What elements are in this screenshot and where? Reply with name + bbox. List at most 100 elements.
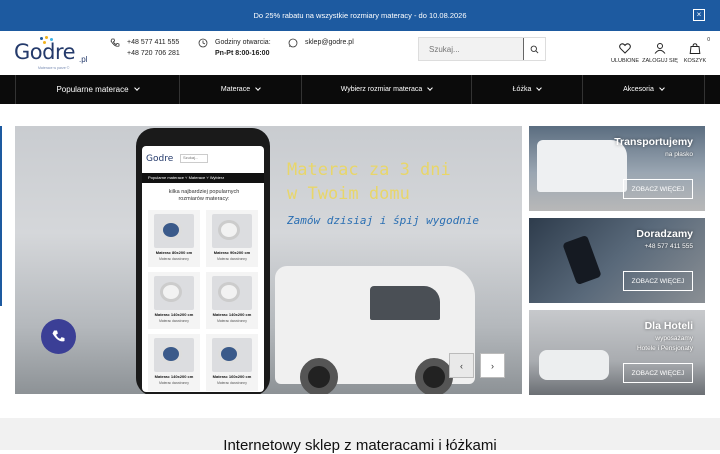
logo[interactable]: Godre .pl Materace w parze © [14,36,94,72]
cart-label: KOSZYK [683,58,707,64]
card-title: Dla Hoteli [644,320,693,332]
heart-icon [619,43,631,54]
tile-title: Materac 140x200 cm [154,374,194,379]
promo-text: Do 25% rabatu na wszystkie rozmiary mate… [253,11,467,20]
see-more-button[interactable]: ZOBACZ WIĘCEJ [623,363,693,383]
opening-hours: Godziny otwarcia: Pn-Pt 8:00-16:00 [198,38,271,59]
chevron-down-icon [255,84,261,91]
slider-next-button[interactable]: › [480,353,505,378]
tile-subtitle: Materac dwustronny [159,381,189,385]
card-advice[interactable]: Doradzamy +48 577 411 555 ZOBACZ WIĘCEJ [529,218,705,303]
section-title: Internetowy sklep z materacami i łóżkami [223,437,497,454]
email-address[interactable]: sklep@godre.pl [305,38,354,49]
tile-subtitle: Materac dwustronny [217,257,247,261]
nav-label: Materace [220,86,251,93]
screen-heading: kilka najbardziej popularnych rozmiarów … [168,189,240,202]
card-title: Transportujemy [614,136,693,148]
see-more-button[interactable]: ZOBACZ WIĘCEJ [623,271,693,291]
phone-number-2[interactable]: +48 720 706 281 [127,49,180,60]
screen-logo: Godre [146,154,174,164]
nav-label: Wybierz rozmiar materaca [340,86,423,93]
tile-title: Materac 140x200 cm [212,312,252,317]
whatsapp-icon [288,38,298,48]
phone-number-1[interactable]: +48 577 411 555 [127,38,180,49]
card-subtitle-line: Hotele i Pensjonaty [636,345,693,352]
screen-search: Szukaj... [180,154,208,163]
close-icon[interactable]: × [693,9,705,21]
nav-label: Akcesoria [623,86,654,93]
card-subtitle: wyposażamy Hotele i Pensjonaty [637,334,693,354]
hours-label: Godziny otwarcia: [215,39,271,46]
wishlist-button[interactable]: ULUBIONE [610,43,640,64]
card-subtitle-line: wyposażamy [655,335,693,342]
side-tab[interactable] [0,126,2,306]
card-transport[interactable]: Transportujemy na płasko ZOBACZ WIĘCEJ [529,126,705,211]
pillow-shape [539,350,609,380]
nav-label: Łóżka [512,86,532,93]
product-tile: Materac 80x200 cm Materac dwustronny [148,210,200,267]
phone-mockup: Godre Szukaj... Popularne materace ˅ Mat… [136,128,270,394]
product-tile: Materac 140x200 cm Materac dwustronny [148,272,200,329]
promo-bar: Do 25% rabatu na wszystkie rozmiary mate… [0,0,720,31]
logo-tagline: Materace w parze © [38,66,70,70]
nav-beds[interactable]: Łóżka [472,75,583,104]
tile-subtitle: Materac dwustronny [159,257,189,261]
van-wheel [300,358,338,394]
hero-subline: Zamów dzisiaj i śpij wygodnie [287,214,480,227]
chevron-down-icon [659,84,665,91]
tile-subtitle: Materac dwustronny [159,319,189,323]
hero-slider[interactable]: Materac za 3 dni w Twoim domu Zamów dzis… [15,126,522,394]
phone-contact: +48 577 411 555 +48 720 706 281 [110,38,180,59]
phone-icon [52,330,65,342]
nav-popular-mattresses[interactable]: Popularne materace [15,75,180,104]
tile-title: Materac 140x200 cm [154,312,194,317]
search-button[interactable] [523,38,545,60]
hero-headline-1: Materac za 3 dni [287,160,451,180]
search-icon [530,45,539,53]
product-tile: Materac 140x200 cm Materac dwustronny [206,272,258,329]
card-hotels[interactable]: Dla Hoteli wyposażamy Hotele i Pensjonat… [529,310,705,395]
chevron-down-icon [427,84,434,91]
main-nav: Popularne materace Materace Wybierz rozm… [0,75,720,104]
nav-label: Popularne materace [56,85,129,94]
hours-value: Pn-Pt 8:00-16:00 [215,49,270,57]
van-wheel [415,358,453,394]
call-button[interactable] [41,319,76,354]
bag-icon [689,43,701,54]
tile-title: Materac 160x200 cm [212,374,252,379]
site-header: Godre .pl Materace w parze © +48 577 411… [0,31,720,75]
van-window [370,286,440,320]
card-title: Doradzamy [636,228,693,240]
chevron-down-icon [536,84,543,91]
see-more-button[interactable]: ZOBACZ WIĘCEJ [623,179,693,199]
wishlist-label: ULUBIONE [610,58,640,64]
nav-choose-size[interactable]: Wybierz rozmiar materaca [302,75,472,104]
logo-tld: .pl [79,55,88,64]
login-label: ZALOGUJ SIĘ [642,58,678,64]
tile-title: Materac 90x200 cm [213,250,251,255]
tile-title: Materac 80x200 cm [155,250,193,255]
nav-mattresses[interactable]: Materace [180,75,302,104]
screen-nav: Popularne materace ˅ Materace ˅ Wybierz [142,173,264,183]
clock-icon [198,38,208,48]
product-tile: Materac 160x200 cm Materac dwustronny [206,334,258,391]
chevron-down-icon [133,84,140,91]
product-tile: Materac 90x200 cm Materac dwustronny [206,210,258,267]
logo-name: Godre [14,40,76,64]
cart-button[interactable]: 0 KOSZYK [682,37,710,64]
email-contact: sklep@godre.pl [288,38,354,49]
login-button[interactable]: ZALOGUJ SIĘ [642,43,678,64]
cart-count: 0 [707,37,710,43]
user-icon [654,43,666,54]
phone-icon [110,38,120,47]
nav-accessories[interactable]: Akcesoria [583,75,705,104]
search-input[interactable] [419,38,523,60]
product-tile: Materac 140x200 cm Materac dwustronny [148,334,200,391]
slider-prev-button[interactable]: ‹ [449,353,474,378]
card-subtitle: +48 577 411 555 [644,243,694,250]
tile-subtitle: Materac dwustronny [217,381,247,385]
card-subtitle: na płasko [665,151,693,158]
phone-screen: Godre Szukaj... Popularne materace ˅ Mat… [142,146,264,392]
hero-headline-2: w Twoim domu [287,184,410,204]
search-box [418,37,546,61]
